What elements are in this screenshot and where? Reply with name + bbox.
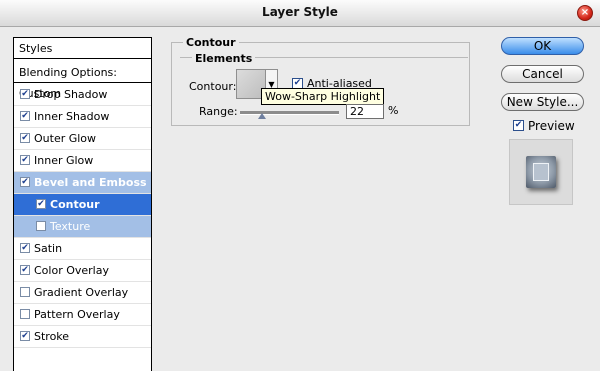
checkbox-icon[interactable]: ✔ (20, 133, 30, 143)
style-item-inner-glow[interactable]: ✔ Inner Glow (14, 150, 151, 172)
style-item-label: Texture (50, 220, 91, 233)
tooltip: Wow-Sharp Highlight (261, 88, 385, 105)
close-icon[interactable]: × (577, 5, 593, 21)
checkbox-icon[interactable]: ✔ (20, 331, 30, 341)
style-item-inner-shadow[interactable]: ✔ Inner Shadow (14, 106, 151, 128)
style-item-outer-glow[interactable]: ✔ Outer Glow (14, 128, 151, 150)
ok-button[interactable]: OK (501, 37, 584, 55)
style-item-label: Color Overlay (34, 264, 109, 277)
checkbox-icon[interactable]: ✔ (20, 243, 30, 253)
style-item-label: Inner Glow (34, 154, 94, 167)
style-item-drop-shadow[interactable]: ✔ Drop Shadow (14, 84, 151, 106)
elements-group-title: Elements (192, 52, 256, 65)
style-item-label: Outer Glow (34, 132, 97, 145)
contour-group-title: Contour (183, 36, 239, 49)
style-item-label: Inner Shadow (34, 110, 110, 123)
range-unit: % (388, 104, 399, 117)
style-item-label: Gradient Overlay (34, 286, 129, 299)
styles-list: Styles Blending Options: Custom ✔ Drop S… (13, 37, 152, 371)
style-item-label: Stroke (34, 330, 70, 343)
style-item-pattern-overlay[interactable]: Pattern Overlay (14, 304, 151, 326)
window-title: Layer Style (262, 5, 338, 19)
style-item-texture[interactable]: Texture (14, 216, 151, 238)
range-slider-handle[interactable] (258, 113, 266, 119)
checkbox-icon[interactable]: ✔ (20, 177, 30, 187)
range-input[interactable] (346, 104, 384, 119)
range-slider[interactable] (240, 111, 339, 115)
checkbox-icon[interactable] (20, 287, 30, 297)
new-style-button[interactable]: New Style... (501, 93, 584, 111)
style-item-stroke[interactable]: ✔ Stroke (14, 326, 151, 348)
style-item-label: Drop Shadow (34, 88, 108, 101)
checkbox-icon[interactable]: ✔ (20, 155, 30, 165)
preview-thumbnail (509, 139, 573, 205)
styles-header[interactable]: Styles (14, 38, 151, 59)
cancel-button[interactable]: Cancel (501, 65, 584, 83)
style-item-label: Satin (34, 242, 63, 255)
preview-swatch (526, 156, 556, 188)
style-item-bevel-and-emboss[interactable]: ✔ Bevel and Emboss (14, 172, 151, 194)
checkbox-icon[interactable]: ✔ (20, 89, 30, 99)
checkbox-icon[interactable]: ✔ (36, 199, 46, 209)
checkbox-icon[interactable]: ✔ (20, 111, 30, 121)
style-item-satin[interactable]: ✔ Satin (14, 238, 151, 260)
preview-checkbox[interactable]: ✔ (513, 120, 524, 131)
style-item-gradient-overlay[interactable]: Gradient Overlay (14, 282, 151, 304)
contour-label: Contour: (189, 80, 237, 93)
title-bar: Layer Style × (0, 0, 600, 27)
style-item-label: Contour (50, 198, 100, 211)
style-item-label: Pattern Overlay (34, 308, 120, 321)
checkbox-icon[interactable]: ✔ (20, 265, 30, 275)
checkbox-icon[interactable] (20, 309, 30, 319)
blending-options-item[interactable]: Blending Options: Custom (14, 62, 151, 100)
range-label: Range: (199, 105, 238, 118)
style-item-color-overlay[interactable]: ✔ Color Overlay (14, 260, 151, 282)
preview-label: Preview (528, 119, 575, 133)
style-item-label: Bevel and Emboss (34, 176, 147, 189)
checkbox-icon[interactable] (36, 221, 46, 231)
style-item-contour[interactable]: ✔ Contour (14, 194, 151, 216)
